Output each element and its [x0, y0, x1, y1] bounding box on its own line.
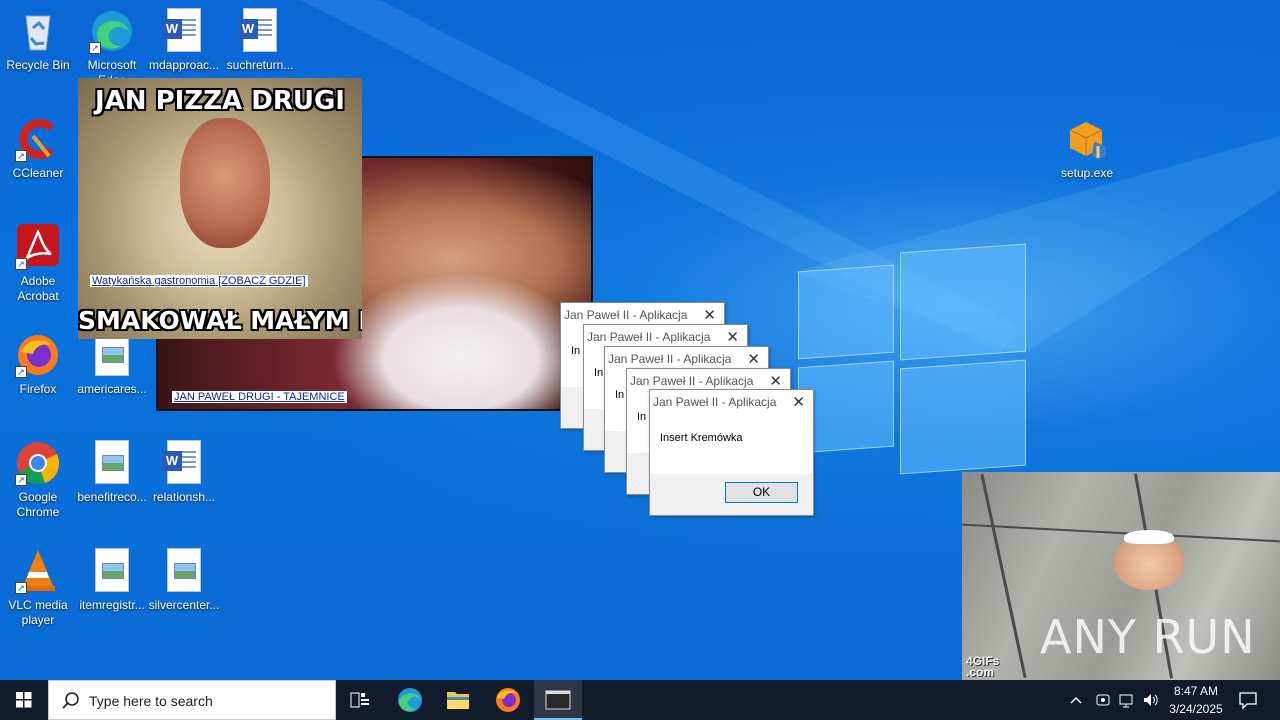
edge-icon	[398, 688, 422, 712]
close-icon[interactable]: ✕	[747, 350, 760, 368]
edge-icon: ↗	[89, 8, 135, 54]
desktop-icon-suchreturn[interactable]: W suchreturn...	[222, 8, 298, 73]
anyrun-watermark: ANY RUN	[1040, 610, 1256, 664]
clock-date[interactable]: 3/24/2025	[1164, 702, 1228, 716]
desktop-icon-firefox[interactable]: ↗ Firefox	[0, 332, 76, 397]
desktop-icon-label: CCleaner	[12, 166, 64, 180]
taskbar-edge[interactable]	[386, 680, 434, 720]
taskbar: Type here to search 8:47 AM 3/24/2025	[0, 680, 1280, 720]
meme-caption-link[interactable]: Watykańska gastronomia [ZOBACZ GDZIE]	[90, 275, 308, 287]
meme-top-text: JAN PIZZA DRUGI	[95, 86, 345, 116]
search-placeholder: Type here to search	[89, 693, 213, 709]
desktop-icon-ccleaner[interactable]: ↗ CCleaner	[0, 116, 76, 181]
desktop-icon-setup-exe[interactable]: setup.exe	[1049, 116, 1125, 181]
taskbar-firefox[interactable]	[484, 680, 532, 720]
desktop-icon-label: setup.exe	[1060, 166, 1114, 180]
desktop-icon-itemregistr[interactable]: itemregistr...	[74, 548, 150, 613]
desktop-icon-label: Google Chrome	[16, 490, 60, 519]
meme-popup-window-pizza[interactable]: JAN PIZZA DRUGI Watykańska gastronomia […	[78, 78, 362, 339]
network-icon[interactable]	[1118, 691, 1136, 714]
acrobat-icon: ↗	[15, 224, 61, 270]
desktop-icon-relationsh[interactable]: W relationsh...	[146, 440, 222, 505]
meme-image	[180, 118, 270, 248]
desktop-icon-americares[interactable]: americares...	[74, 332, 150, 397]
start-button[interactable]	[0, 680, 48, 720]
search-icon	[62, 692, 79, 709]
close-icon[interactable]: ✕	[792, 393, 805, 411]
desktop-icon-label: VLC media player	[8, 598, 68, 627]
desktop-icon-label: Firefox	[19, 382, 57, 396]
desktop-icon-acrobat[interactable]: ↗ Adobe Acrobat	[0, 224, 76, 304]
desktop-icon-label: suchreturn...	[226, 58, 294, 72]
dialog-message: In	[615, 389, 625, 401]
dialog-title: Jan Paweł II - Aplikacja	[587, 330, 711, 344]
message-dialog-front[interactable]: Jan Paweł II - Aplikacja ✕ Insert Kremówk…	[649, 389, 814, 516]
dialog-message: In	[594, 367, 604, 379]
meet-now-icon[interactable]	[1094, 691, 1112, 714]
notification-center-icon[interactable]	[1238, 690, 1258, 715]
dialog-title: Jan Paweł II - Aplikacja	[630, 374, 754, 388]
volume-icon[interactable]	[1142, 691, 1160, 714]
dialog-title: Jan Paweł II - Aplikacja	[608, 352, 732, 366]
desktop-icon-label: silvercenter...	[148, 598, 220, 612]
desktop-icon-vlc[interactable]: ↗ VLC media player	[0, 548, 76, 628]
desktop-icon-label: Adobe Acrobat	[17, 274, 59, 303]
dialog-title: Jan Paweł II - Aplikacja	[564, 308, 688, 322]
word-document-icon: W	[161, 8, 207, 54]
desktop: Recycle Bin ↗ Microsoft Edge W mdapproac…	[0, 0, 1280, 680]
chrome-icon: ↗	[15, 440, 61, 486]
word-document-icon: W	[161, 440, 207, 486]
meme-caption-link[interactable]: JAN PAWEŁ DRUGI - TAJEMNICE	[172, 391, 347, 403]
desktop-icon-label: Recycle Bin	[6, 58, 70, 72]
desktop-icon-silvercenter[interactable]: silvercenter...	[146, 548, 222, 613]
firefox-icon	[496, 688, 520, 712]
desktop-icon-label: benefitreco...	[77, 490, 147, 504]
close-icon[interactable]: ✕	[703, 306, 716, 324]
windows-logo	[790, 240, 1030, 475]
taskbar-file-explorer[interactable]	[434, 680, 482, 720]
taskbar-search-box[interactable]: Type here to search	[48, 680, 336, 720]
desktop-icon-edge[interactable]: ↗ Microsoft Edge	[74, 8, 150, 88]
ok-button[interactable]: OK	[725, 482, 798, 503]
vlc-icon: ↗	[15, 548, 61, 594]
desktop-icon-mdapproac[interactable]: W mdapproac...	[146, 8, 222, 73]
dialog-message: In	[637, 411, 647, 423]
app-window-icon	[545, 690, 571, 710]
task-view-icon	[350, 692, 369, 708]
taskbar-app-window[interactable]	[534, 680, 582, 720]
dialog-message: Insert Kremówka	[660, 432, 743, 444]
task-view-button[interactable]	[336, 680, 384, 720]
desktop-icon-label: americares...	[77, 382, 147, 396]
dialog-message: In	[571, 345, 581, 357]
close-icon[interactable]: ✕	[726, 328, 739, 346]
file-explorer-icon	[447, 692, 469, 709]
desktop-icon-benefitreco[interactable]: benefitreco...	[74, 440, 150, 505]
close-icon[interactable]: ✕	[769, 372, 782, 390]
gif-badge: 4GIFs .com	[966, 654, 1000, 679]
word-document-icon: W	[237, 8, 283, 54]
image-file-icon	[89, 440, 135, 486]
pope-zucchetto	[1124, 530, 1174, 544]
desktop-icon-label: mdapproac...	[148, 58, 220, 72]
firefox-icon: ↗	[15, 332, 61, 378]
desktop-icon-recycle-bin[interactable]: Recycle Bin	[0, 8, 76, 73]
recycle-bin-icon	[15, 8, 61, 54]
desktop-icon-label: relationsh...	[152, 490, 216, 504]
image-file-icon	[89, 548, 135, 594]
meme-bottom-text: SMAKOWAŁ MAŁYM DZIECIOM	[78, 306, 362, 335]
image-file-icon	[161, 548, 207, 594]
clock-time[interactable]: 8:47 AM	[1164, 684, 1228, 698]
ccleaner-icon: ↗	[15, 116, 61, 162]
desktop-icon-chrome[interactable]: ↗ Google Chrome	[0, 440, 76, 520]
desktop-icon-label: itemregistr...	[79, 598, 145, 612]
show-hidden-icons-chevron-icon[interactable]	[1068, 692, 1084, 713]
windows-start-icon	[16, 692, 32, 708]
setup-exe-icon	[1064, 116, 1110, 162]
dialog-title: Jan Paweł II - Aplikacja	[653, 395, 777, 409]
